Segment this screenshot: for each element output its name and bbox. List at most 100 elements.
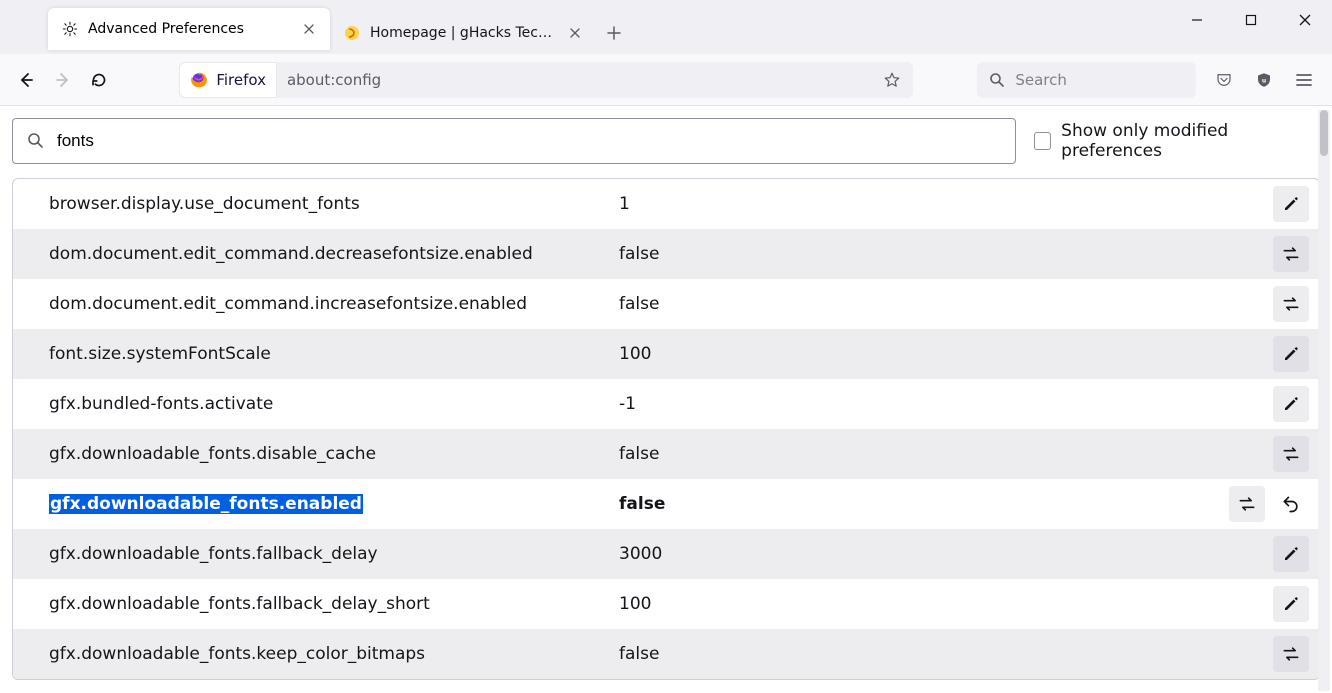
pref-name: gfx.bundled-fonts.activate <box>49 394 619 414</box>
firefox-logo-icon <box>190 71 208 89</box>
shield-icon: u <box>1255 71 1273 89</box>
svg-text:u: u <box>1262 77 1266 84</box>
pref-actions <box>1273 336 1309 372</box>
pref-actions <box>1273 436 1309 472</box>
pocket-icon <box>1215 71 1233 89</box>
search-icon <box>27 132 45 150</box>
reload-button[interactable] <box>83 62 115 98</box>
pref-row[interactable]: font.size.systemFontScale100 <box>13 329 1319 379</box>
bookmark-star-button[interactable] <box>877 65 907 95</box>
tab-close-button[interactable] <box>300 20 318 38</box>
pref-name: gfx.downloadable_fonts.keep_color_bitmap… <box>49 644 619 664</box>
checkbox-icon <box>1034 132 1051 150</box>
pref-value: -1 <box>619 394 1273 414</box>
search-bar[interactable]: Search <box>977 62 1196 98</box>
pref-actions <box>1273 536 1309 572</box>
reload-icon <box>90 71 108 89</box>
arrow-right-icon <box>54 71 72 89</box>
pref-row[interactable]: gfx.downloadable_fonts.fallback_delay300… <box>13 529 1319 579</box>
forward-button[interactable] <box>46 62 78 98</box>
pref-name: gfx.downloadable_fonts.fallback_delay_sh… <box>49 594 619 614</box>
pref-row[interactable]: dom.document.edit_command.decreasefontsi… <box>13 229 1319 279</box>
search-icon <box>989 72 1005 88</box>
pref-edit-button[interactable] <box>1273 336 1309 372</box>
preferences-list: browser.display.use_document_fonts1 dom.d… <box>12 178 1320 680</box>
pencil-icon <box>1282 545 1300 563</box>
pref-toggle-button[interactable] <box>1273 236 1309 272</box>
pref-row[interactable]: gfx.bundled-fonts.activate-1 <box>13 379 1319 429</box>
pref-actions <box>1273 636 1309 672</box>
checkbox-label: Show only modified preferences <box>1061 121 1320 161</box>
toggle-arrows-icon <box>1281 444 1301 464</box>
app-menu-button[interactable] <box>1286 62 1322 98</box>
pref-toggle-button[interactable] <box>1273 636 1309 672</box>
url-text: about:config <box>277 71 877 89</box>
pref-edit-button[interactable] <box>1273 536 1309 572</box>
pref-name: dom.document.edit_command.increasefontsi… <box>49 294 619 314</box>
pref-value: false <box>619 644 1273 664</box>
pref-actions <box>1273 386 1309 422</box>
tab-0[interactable]: Advanced Preferences <box>48 8 330 50</box>
tab-1[interactable]: Homepage | gHacks Technology News <box>330 12 596 54</box>
pref-row[interactable]: dom.document.edit_command.increasefontsi… <box>13 279 1319 329</box>
pref-row[interactable]: gfx.downloadable_fonts.fallback_delay_sh… <box>13 579 1319 629</box>
pref-edit-button[interactable] <box>1273 386 1309 422</box>
scrollbar[interactable] <box>1318 110 1330 691</box>
pref-toggle-button[interactable] <box>1273 436 1309 472</box>
pencil-icon <box>1282 395 1300 413</box>
pref-actions <box>1273 186 1309 222</box>
identity-box[interactable]: Firefox <box>179 62 277 98</box>
pref-edit-button[interactable] <box>1273 586 1309 622</box>
pref-filter-wrap[interactable] <box>12 118 1016 164</box>
back-button[interactable] <box>10 62 42 98</box>
pref-edit-button[interactable] <box>1273 186 1309 222</box>
pref-name: gfx.downloadable_fonts.enabled <box>49 494 619 514</box>
about-config-content: Show only modified preferences browser.d… <box>0 106 1332 693</box>
ublock-button[interactable]: u <box>1246 62 1282 98</box>
new-tab-button[interactable] <box>596 15 632 51</box>
scrollbar-thumb[interactable] <box>1320 110 1328 156</box>
pref-toggle-button[interactable] <box>1229 486 1265 522</box>
tab-favicon-icon <box>62 21 78 37</box>
tab-strip: Advanced Preferences Homepage | gHacks Te… <box>0 0 1332 54</box>
pref-row[interactable]: gfx.downloadable_fonts.enabledfalse <box>13 479 1319 529</box>
pref-name: gfx.downloadable_fonts.disable_cache <box>49 444 619 464</box>
undo-icon <box>1281 494 1301 514</box>
pref-actions <box>1229 486 1309 522</box>
window-close-button[interactable] <box>1278 0 1332 40</box>
pencil-icon <box>1282 595 1300 613</box>
pref-row[interactable]: browser.display.use_document_fonts1 <box>13 179 1319 229</box>
toggle-arrows-icon <box>1237 494 1257 514</box>
tab-title: Homepage | gHacks Technology News <box>370 25 556 41</box>
pref-actions <box>1273 286 1309 322</box>
pref-row[interactable]: gfx.downloadable_fonts.keep_color_bitmap… <box>13 629 1319 679</box>
pref-row[interactable]: gfx.downloadable_fonts.disable_cachefals… <box>13 429 1319 479</box>
url-bar[interactable]: Firefox about:config <box>179 62 913 98</box>
window-maximize-button[interactable] <box>1224 0 1278 40</box>
pref-name: font.size.systemFontScale <box>49 344 619 364</box>
window-controls <box>1170 0 1332 40</box>
toggle-arrows-icon <box>1281 294 1301 314</box>
pref-value: false <box>619 494 1229 514</box>
pref-name: gfx.downloadable_fonts.fallback_delay <box>49 544 619 564</box>
pref-filter-input[interactable] <box>55 130 1001 152</box>
tab-favicon-icon <box>344 25 360 41</box>
pref-toggle-button[interactable] <box>1273 286 1309 322</box>
window-minimize-button[interactable] <box>1170 0 1224 40</box>
minimize-icon <box>1191 14 1203 26</box>
pref-actions <box>1273 586 1309 622</box>
pref-value: 1 <box>619 194 1273 214</box>
pref-value: false <box>619 244 1273 264</box>
identity-label: Firefox <box>216 71 266 89</box>
toggle-arrows-icon <box>1281 644 1301 664</box>
pref-name: browser.display.use_document_fonts <box>49 194 619 214</box>
show-modified-only-checkbox[interactable]: Show only modified preferences <box>1034 121 1320 161</box>
arrow-left-icon <box>17 71 35 89</box>
pref-name: dom.document.edit_command.decreasefontsi… <box>49 244 619 264</box>
pref-reset-button[interactable] <box>1273 486 1309 522</box>
star-icon <box>883 71 901 89</box>
pencil-icon <box>1282 345 1300 363</box>
pocket-button[interactable] <box>1206 62 1242 98</box>
tab-close-button[interactable] <box>566 24 584 42</box>
hamburger-icon <box>1295 71 1313 89</box>
